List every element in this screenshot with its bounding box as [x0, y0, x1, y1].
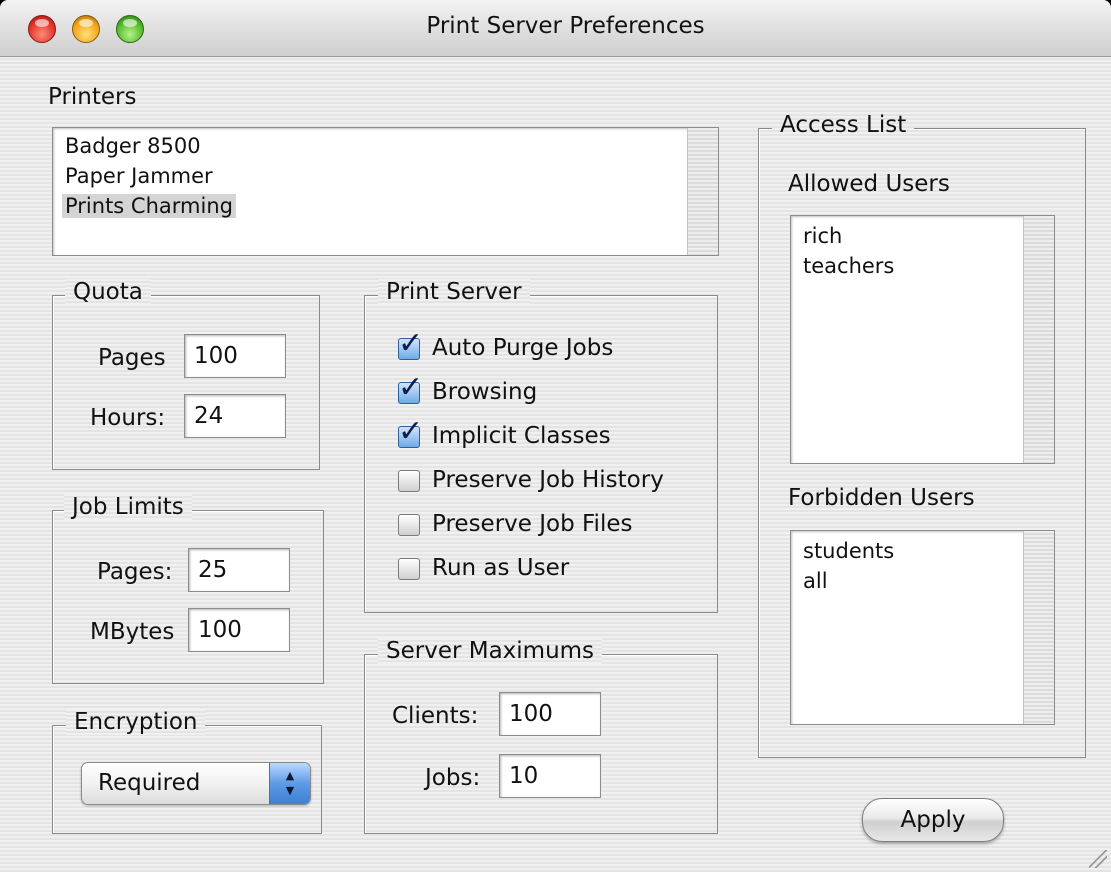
run-as-user-label[interactable]: Run as User	[432, 555, 569, 581]
job-limits-mbytes-label: MBytes	[90, 619, 175, 645]
clients-label: Clients:	[392, 703, 479, 729]
auto-purge-jobs-checkbox[interactable]: ✓	[398, 329, 423, 360]
forbidden-users-list[interactable]: students all	[790, 530, 1055, 725]
allowed-users-scrollbar[interactable]	[1023, 216, 1054, 463]
encryption-popup[interactable]: Required ▲ ▼	[81, 762, 311, 805]
quota-pages-input[interactable]: 100	[184, 334, 286, 378]
forbidden-user-item[interactable]: all	[800, 569, 831, 593]
browsing-checkbox[interactable]: ✓	[398, 373, 423, 404]
allowed-users-label: Allowed Users	[788, 171, 950, 197]
auto-purge-jobs-label[interactable]: Auto Purge Jobs	[432, 335, 613, 361]
quota-hours-label: Hours:	[90, 405, 166, 431]
forbidden-user-item[interactable]: students	[800, 539, 897, 563]
job-limits-pages-label: Pages:	[97, 559, 173, 585]
clients-input[interactable]: 100	[499, 692, 601, 736]
printer-item[interactable]: Paper Jammer	[62, 164, 216, 188]
checkmark-icon: ✓	[398, 414, 424, 449]
apply-button[interactable]: Apply	[862, 798, 1004, 842]
encryption-title: Encryption	[66, 709, 206, 735]
print-server-title: Print Server	[378, 279, 530, 305]
allowed-users-list[interactable]: rich teachers	[790, 215, 1055, 464]
job-limits-title: Job Limits	[64, 494, 192, 520]
implicit-classes-label[interactable]: Implicit Classes	[432, 423, 611, 449]
run-as-user-checkbox[interactable]	[398, 558, 420, 580]
title-bar: Print Server Preferences	[0, 0, 1111, 57]
server-maximums-group: Server Maximums	[364, 638, 718, 834]
job-limits-mbytes-input[interactable]: 100	[188, 608, 290, 652]
preserve-job-files-label[interactable]: Preserve Job Files	[432, 511, 632, 537]
updown-arrows-icon: ▲ ▼	[269, 763, 310, 804]
preserve-job-history-checkbox[interactable]	[398, 470, 420, 492]
implicit-classes-checkbox[interactable]: ✓	[398, 417, 423, 448]
printers-label: Printers	[48, 84, 137, 110]
access-list-title: Access List	[772, 112, 915, 138]
quota-hours-input[interactable]: 24	[184, 394, 286, 438]
encryption-selected-value: Required	[98, 770, 201, 796]
printers-list[interactable]: Badger 8500 Paper Jammer Prints Charming	[52, 127, 719, 256]
allowed-user-item[interactable]: rich	[800, 224, 845, 248]
quota-title: Quota	[65, 279, 151, 305]
checkmark-icon: ✓	[398, 326, 424, 361]
jobs-label: Jobs:	[425, 765, 481, 791]
forbidden-users-scrollbar[interactable]	[1023, 531, 1054, 724]
forbidden-users-label: Forbidden Users	[788, 485, 975, 511]
resize-grip-icon[interactable]	[1089, 850, 1107, 868]
quota-pages-label: Pages	[98, 345, 166, 371]
jobs-input[interactable]: 10	[499, 754, 601, 798]
quota-group: Quota	[52, 279, 320, 470]
allowed-user-item[interactable]: teachers	[800, 254, 897, 278]
job-limits-group: Job Limits	[52, 494, 324, 684]
browsing-label[interactable]: Browsing	[432, 379, 537, 405]
job-limits-pages-input[interactable]: 25	[188, 548, 290, 592]
preserve-job-files-checkbox[interactable]	[398, 514, 420, 536]
server-maximums-title: Server Maximums	[378, 638, 603, 664]
preserve-job-history-label[interactable]: Preserve Job History	[432, 467, 664, 493]
preferences-window: Print Server Preferences Printers Badger…	[0, 0, 1111, 872]
printer-item[interactable]: Badger 8500	[62, 134, 204, 158]
checkmark-icon: ✓	[398, 370, 424, 405]
window-title: Print Server Preferences	[426, 13, 705, 39]
printers-scrollbar[interactable]	[687, 128, 718, 255]
printer-item-selected[interactable]: Prints Charming	[62, 194, 236, 218]
